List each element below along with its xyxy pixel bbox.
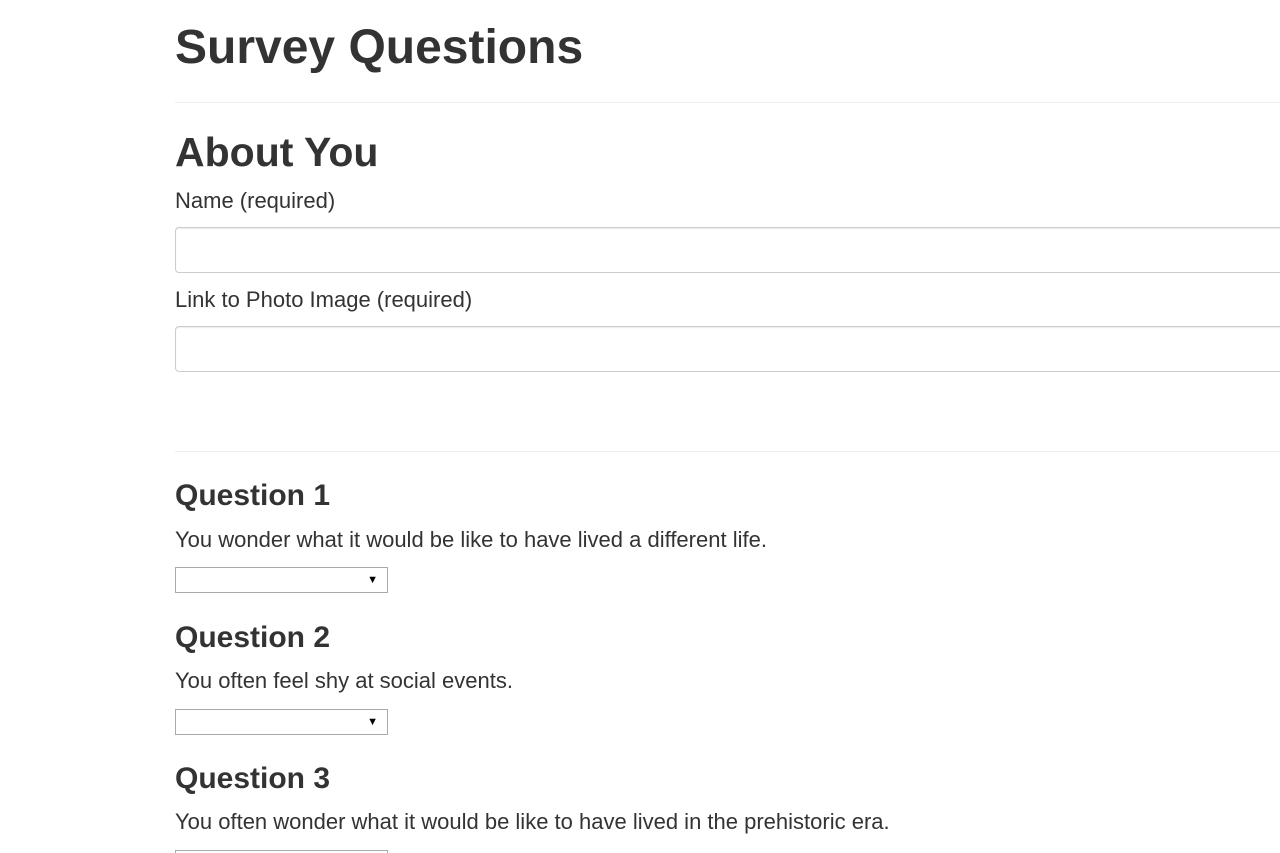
photo-link-input[interactable]	[175, 326, 1280, 372]
page-title: Survey Questions	[175, 21, 584, 74]
question-2-select[interactable]: ▼	[175, 709, 388, 735]
question-3-text: You often wonder what it would be like t…	[175, 809, 890, 834]
section-title-about-you: About You	[175, 129, 379, 175]
question-2-title: Question 2	[175, 621, 331, 654]
name-label: Name (required)	[175, 188, 336, 213]
caret-down-icon: ▼	[367, 574, 378, 586]
question-3-title: Question 3	[175, 762, 331, 795]
section-divider	[175, 451, 1280, 452]
question-1-title: Question 1	[175, 479, 331, 512]
question-1-text: You wonder what it would be like to have…	[175, 527, 767, 552]
title-divider	[175, 102, 1280, 103]
question-1-select[interactable]: ▼	[175, 567, 388, 593]
photo-link-label: Link to Photo Image (required)	[175, 287, 473, 312]
survey-page: Survey Questions About You Name (require…	[0, 0, 1280, 853]
name-input[interactable]	[175, 227, 1280, 273]
question-2-text: You often feel shy at social events.	[175, 668, 513, 693]
caret-down-icon: ▼	[367, 716, 378, 728]
